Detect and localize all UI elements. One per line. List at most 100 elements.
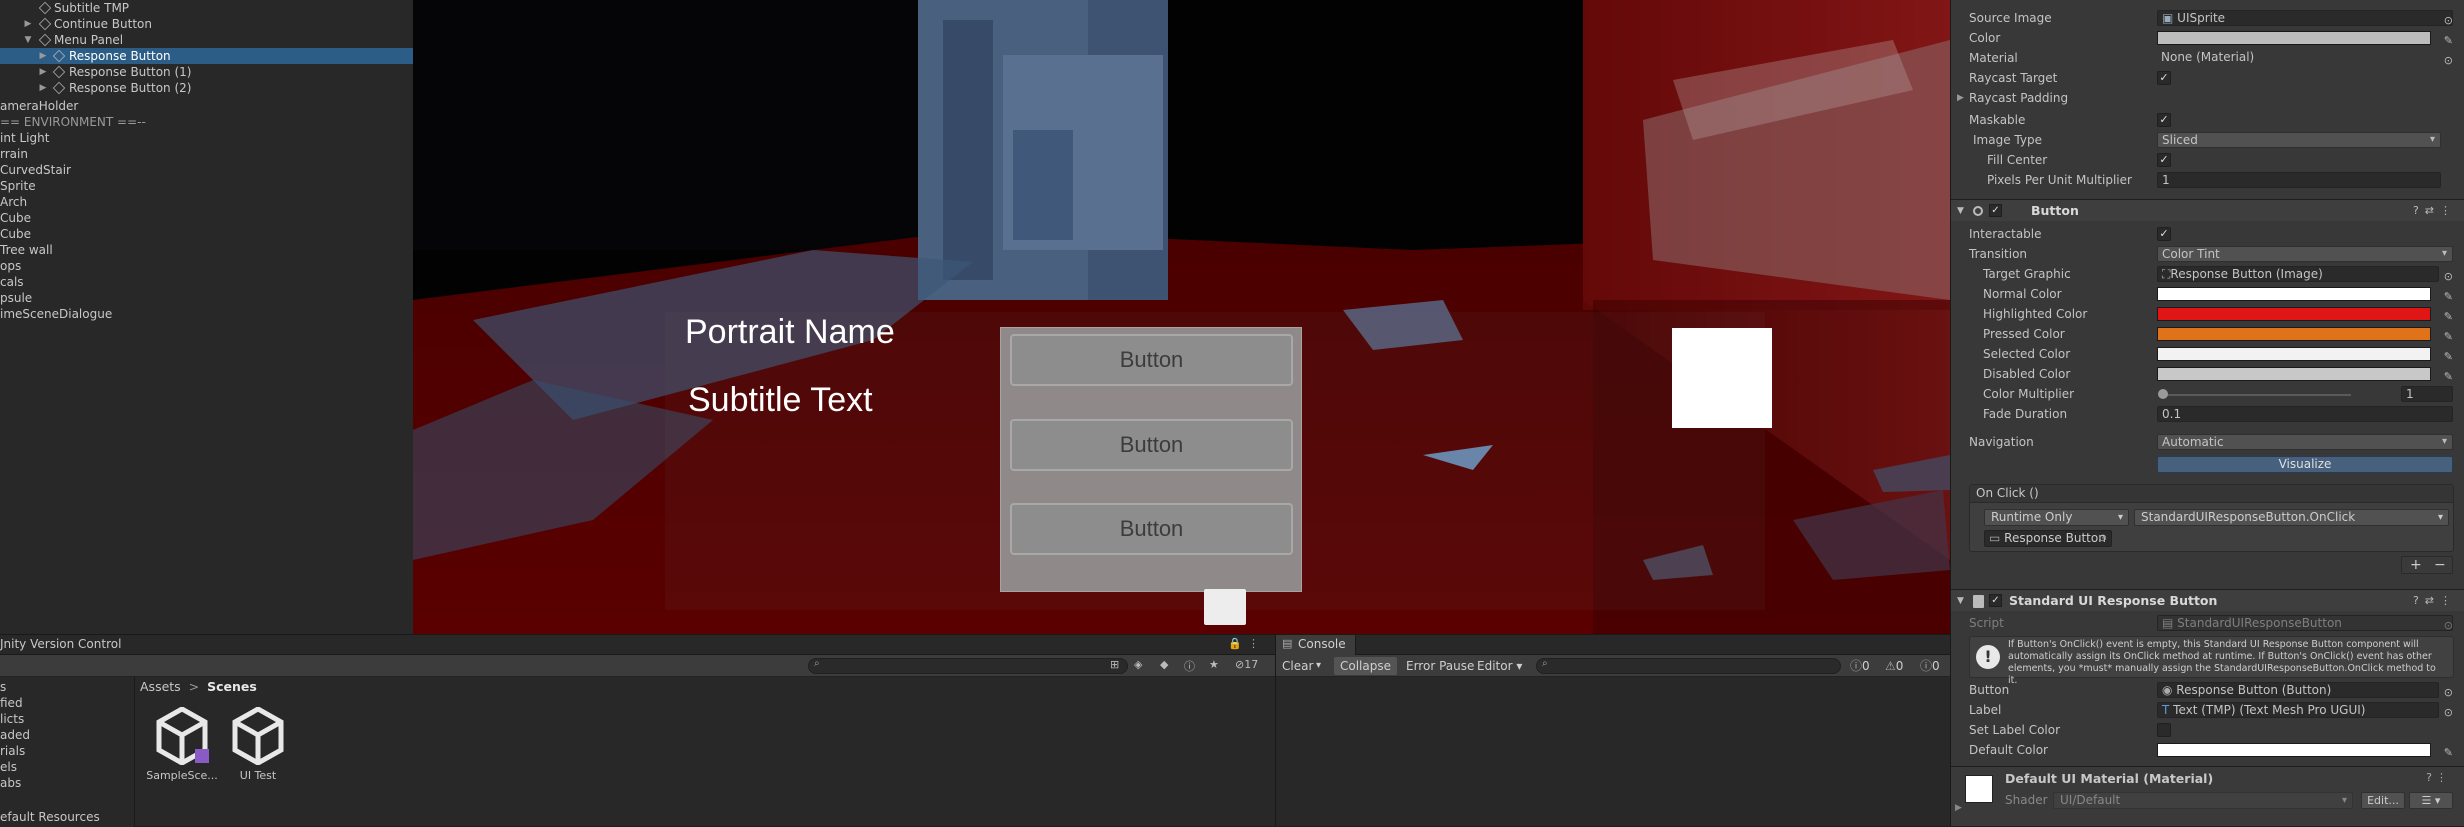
continue-button[interactable] [1204, 589, 1246, 625]
component-tools-icon[interactable]: ?⋮ [2426, 771, 2451, 784]
folder-item[interactable]: fied [0, 695, 23, 711]
log-filter-icon[interactable]: ⓘ [1184, 658, 1195, 674]
clear-options-dropdown[interactable]: ▾ [1316, 657, 1332, 675]
hierarchy-item[interactable]: rrain [0, 146, 413, 162]
onclick-object-field[interactable]: ▭ Response Button ⊙ [1984, 530, 2112, 547]
expand-arrow-icon[interactable]: ▶ [23, 16, 33, 32]
eyedropper-icon[interactable]: ✎ [2444, 743, 2453, 763]
hierarchy-item-selected[interactable]: ▶ Response Button [0, 48, 413, 64]
editor-dropdown[interactable]: Editor ▾ [1471, 657, 1528, 675]
project-search-input[interactable]: ⌕ [808, 658, 1128, 674]
edit-shader-button[interactable]: Edit... [2361, 792, 2405, 809]
shader-menu-button[interactable]: ☰ ▾ [2409, 792, 2453, 809]
scene-view[interactable]: Portrait Name Subtitle Text Button Butto… [413, 0, 1950, 634]
hierarchy-item[interactable]: Cube [0, 226, 413, 242]
console-search-input[interactable]: ⌕ [1536, 658, 1841, 674]
hierarchy-item[interactable]: int Light [0, 130, 413, 146]
folder-item[interactable]: aded [0, 727, 30, 743]
folder-item[interactable]: abs [0, 775, 21, 791]
hierarchy-item[interactable]: Cube [0, 210, 413, 226]
pressed-color-swatch[interactable] [2157, 327, 2431, 341]
add-listener-button[interactable]: + [2410, 557, 2422, 573]
hierarchy-item[interactable]: Arch [0, 194, 413, 210]
selected-color-swatch[interactable] [2157, 347, 2431, 361]
component-tools-icon[interactable]: ?⇄⋮ [2413, 200, 2457, 222]
warning-count-toggle[interactable]: ⚠0 [1879, 657, 1909, 675]
folder-item[interactable]: licts [0, 711, 24, 727]
ppu-field[interactable]: 1 [2157, 172, 2441, 188]
search-by-type-icon[interactable]: ⊞ [1110, 658, 1119, 671]
color-multiplier-slider-track[interactable] [2161, 394, 2351, 396]
error-pause-toggle[interactable]: Error Pause [1400, 657, 1480, 675]
object-picker-icon[interactable]: ⊙ [2099, 531, 2107, 546]
set-label-color-checkbox[interactable] [2157, 723, 2171, 737]
log-count-toggle[interactable]: ⓘ0 [1844, 657, 1876, 675]
tab-menu-icon[interactable]: 🔒⋮ [1228, 637, 1265, 650]
default-color-swatch[interactable] [2157, 743, 2431, 757]
response-button-1[interactable]: Button [1010, 419, 1293, 471]
normal-color-swatch[interactable] [2157, 287, 2431, 301]
target-graphic-field[interactable]: ⛶Response Button (Image) [2157, 266, 2439, 282]
hierarchy-item[interactable]: ops [0, 258, 413, 274]
error-count-toggle[interactable]: ⓘ0 [1914, 657, 1946, 675]
source-image-field[interactable]: ▣ UISprite [2157, 10, 2453, 26]
expand-arrow-icon[interactable]: ▶ [1957, 88, 1964, 108]
shader-dropdown[interactable]: UI/Default ▾ [2053, 792, 2353, 809]
hierarchy-item[interactable]: psule [0, 290, 413, 306]
version-control-tab[interactable]: Jnity Version Control [0, 637, 121, 651]
hierarchy-item[interactable]: Subtitle TMP [0, 0, 413, 16]
folder-item[interactable]: rials [0, 743, 25, 759]
folder-item[interactable]: s [0, 679, 6, 695]
label-ref-field[interactable]: T Text (TMP) (Text Mesh Pro UGUI) [2157, 702, 2439, 718]
hierarchy-item[interactable]: CurvedStair [0, 162, 413, 178]
expand-arrow-icon[interactable]: ▶ [38, 48, 48, 64]
favorite-star-icon[interactable]: ★ [1209, 658, 1219, 671]
hierarchy-item[interactable]: imeSceneDialogue [0, 306, 413, 322]
collapse-arrow-icon[interactable]: ▼ [1957, 200, 1964, 222]
interactable-checkbox[interactable]: ✓ [2157, 227, 2171, 241]
response-button[interactable]: Button [1010, 334, 1293, 386]
function-dropdown[interactable]: StandardUIResponseButton.OnClick ▾ [2134, 509, 2449, 526]
collapse-arrow-icon[interactable]: ▼ [23, 32, 33, 48]
folder-item[interactable]: efault Resources [0, 809, 100, 825]
search-by-label-icon[interactable]: ◈ [1134, 658, 1142, 671]
maskable-checkbox[interactable]: ✓ [2157, 113, 2171, 127]
breadcrumb-assets[interactable]: Assets [140, 679, 181, 694]
raycast-target-checkbox[interactable]: ✓ [2157, 71, 2171, 85]
hierarchy-item[interactable]: Sprite [0, 178, 413, 194]
expand-arrow-icon[interactable]: ▶ [38, 80, 48, 96]
hierarchy-item[interactable]: ▼ Menu Panel [0, 32, 413, 48]
fill-center-checkbox[interactable]: ✓ [2157, 153, 2171, 167]
navigation-dropdown[interactable]: Automatic [2157, 434, 2453, 450]
fade-duration-field[interactable]: 0.1 [2157, 406, 2453, 422]
hierarchy-item[interactable]: Tree wall [0, 242, 413, 258]
hierarchy-item[interactable]: == ENVIRONMENT ==-- [0, 114, 413, 130]
asset-item[interactable]: UI Test [218, 706, 298, 782]
component-tools-icon[interactable]: ?⇄⋮ [2413, 590, 2457, 612]
folder-item[interactable]: els [0, 759, 17, 775]
image-type-dropdown[interactable]: Sliced [2157, 132, 2441, 148]
collapse-toggle[interactable]: Collapse [1334, 657, 1397, 675]
component-enable-checkbox[interactable]: ✓ [1989, 594, 2002, 607]
breadcrumb-scenes[interactable]: Scenes [207, 679, 257, 694]
hierarchy-item[interactable]: cals [0, 274, 413, 290]
disabled-color-swatch[interactable] [2157, 367, 2431, 381]
tag-icon[interactable]: ◆ [1160, 658, 1168, 671]
button-ref-field[interactable]: ◉ Response Button (Button) [2157, 682, 2439, 698]
collapse-arrow-icon[interactable]: ▼ [1957, 590, 1964, 612]
remove-listener-button[interactable]: − [2434, 557, 2446, 573]
hierarchy-item[interactable]: ▶ Response Button (1) [0, 64, 413, 80]
clear-button[interactable]: Clear [1276, 657, 1319, 675]
highlighted-color-swatch[interactable] [2157, 307, 2431, 321]
color-multiplier-slider-thumb[interactable] [2158, 389, 2168, 399]
visualize-button[interactable]: Visualize [2157, 456, 2453, 473]
response-button-2[interactable]: Button [1010, 503, 1293, 555]
runtime-dropdown[interactable]: Runtime Only ▾ [1984, 509, 2129, 526]
hierarchy-item[interactable]: ameraHolder [0, 98, 413, 114]
expand-arrow-icon[interactable]: ▶ [38, 64, 48, 80]
hierarchy-item[interactable]: ▶ Response Button (2) [0, 80, 413, 96]
transition-dropdown[interactable]: Color Tint [2157, 246, 2453, 262]
hierarchy-item[interactable]: ▶ Continue Button [0, 16, 413, 32]
color-swatch[interactable] [2157, 31, 2431, 45]
material-field[interactable]: None (Material) [2157, 50, 2453, 66]
